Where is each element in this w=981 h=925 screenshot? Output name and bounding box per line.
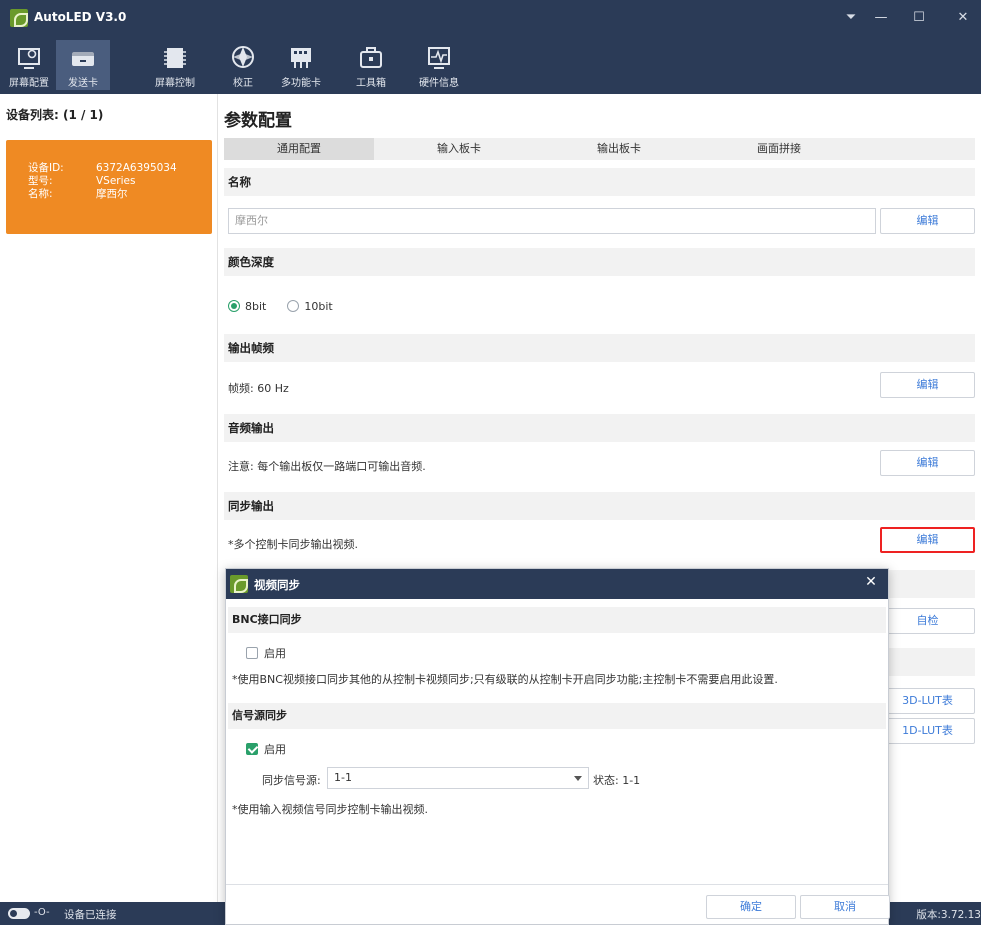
toolbar-hardware-info[interactable]: 硬件信息 <box>412 40 466 90</box>
bnc-note: *使用BNC视频接口同步其他的从控制卡视频同步;只有级联的从控制卡开启同步功能;… <box>232 673 778 686</box>
section-output-frame-title: 输出帧频 <box>224 334 975 362</box>
dialog-title-bar: 视频同步 ✕ <box>226 569 888 599</box>
dialog-footer-divider <box>226 884 888 885</box>
maximize-button[interactable]: ☐ <box>904 8 934 28</box>
sender-card-icon <box>72 52 94 66</box>
section-sync-output-title: 同步输出 <box>224 492 975 520</box>
multifunction-card-icon <box>291 48 311 68</box>
device-name-input[interactable]: 摩西尔 <box>228 208 876 234</box>
dialog-title: 视频同步 <box>254 578 300 592</box>
lut3d-button[interactable]: 3D-LUT表 <box>880 688 975 714</box>
minimize-button[interactable]: — <box>866 8 896 28</box>
bnc-enable-row: 启用 <box>246 645 286 661</box>
toolbar-toolbox[interactable]: 工具箱 <box>344 40 398 90</box>
toolbar-screen-control[interactable]: 屏幕控制 <box>148 40 202 90</box>
sync-source-label: 同步信号源: <box>262 774 321 787</box>
toolbar-multifunction-card[interactable]: 多功能卡 <box>274 40 328 90</box>
radio-8bit[interactable] <box>228 300 240 312</box>
frame-rate-edit-button[interactable]: 编辑 <box>880 372 975 398</box>
app-title: AutoLED V3.0 <box>34 10 127 24</box>
tab-screen-splice[interactable]: 画面拼接 <box>704 138 854 160</box>
title-bar: AutoLED V3.0 ⏷ — ☐ ✕ <box>0 0 981 36</box>
frame-rate-text: 帧频: 60 Hz <box>228 382 289 395</box>
signal-enable-checkbox[interactable] <box>246 743 258 755</box>
toolbar-calibration[interactable]: 校正 <box>216 40 270 90</box>
toolbar-screen-config[interactable]: 屏幕配置 <box>2 40 56 90</box>
tab-general-config[interactable]: 通用配置 <box>224 138 374 160</box>
lut1d-button[interactable]: 1D-LUT表 <box>880 718 975 744</box>
audio-output-edit-button[interactable]: 编辑 <box>880 450 975 476</box>
bnc-sync-section-title: BNC接口同步 <box>228 607 886 633</box>
dropdown-menu-icon[interactable]: ⏷ <box>836 8 866 28</box>
ok-button[interactable]: 确定 <box>706 895 796 919</box>
device-list-panel: 设备列表: (1 / 1) 设备ID: 6372A6395034 型号: VSeri… <box>0 94 218 902</box>
tab-input-board[interactable]: 输入板卡 <box>384 138 534 160</box>
app-logo-icon <box>10 9 28 27</box>
name-edit-button[interactable]: 编辑 <box>880 208 975 234</box>
section-color-depth-title: 颜色深度 <box>224 248 975 276</box>
main-toolbar: 屏幕配置 发送卡 屏幕控制 校正 多功能卡 工具箱 硬件信息 <box>0 36 981 94</box>
page-title: 参数配置 <box>224 111 292 131</box>
sync-status-text: 状态: 1-1 <box>593 774 641 787</box>
device-list-title: 设备列表: (1 / 1) <box>6 108 104 122</box>
section-name-title: 名称 <box>224 168 975 196</box>
radio-10bit[interactable] <box>287 300 300 312</box>
connection-status: 设备已连接 <box>64 909 117 921</box>
audio-output-note: 注意: 每个输出板仅一路端口可输出音频. <box>228 460 426 473</box>
signal-enable-row: 启用 <box>246 741 286 757</box>
signal-sync-note: *使用输入视频信号同步控制卡输出视频. <box>232 803 428 816</box>
sync-source-select[interactable]: 1-1 <box>327 767 589 789</box>
connection-toggle[interactable] <box>8 908 30 919</box>
bnc-enable-checkbox[interactable] <box>246 647 258 659</box>
config-tabs: 通用配置 输入板卡 输出板卡 画面拼接 <box>224 138 975 160</box>
device-name-row: 名称: 摩西尔 <box>28 188 128 200</box>
signal-sync-section-title: 信号源同步 <box>228 703 886 729</box>
cancel-button[interactable]: 取消 <box>800 895 890 919</box>
aperture-icon <box>232 46 254 68</box>
monitor-gear-icon <box>18 48 40 69</box>
video-sync-dialog: 视频同步 ✕ BNC接口同步 启用 *使用BNC视频接口同步其他的从控制卡视频同… <box>225 568 890 925</box>
dialog-logo-icon <box>230 575 248 593</box>
tab-output-board[interactable]: 输出板卡 <box>544 138 694 160</box>
close-button[interactable]: ✕ <box>948 8 978 28</box>
toolbox-icon <box>360 47 382 68</box>
toolbar-sender-card[interactable]: 发送卡 <box>56 40 110 90</box>
pulse-monitor-icon <box>428 47 450 69</box>
sync-output-note: *多个控制卡同步输出视频. <box>228 538 358 551</box>
color-depth-options: 8bit 10bit <box>228 300 333 313</box>
hidden-section-head-2 <box>888 648 975 676</box>
self-check-button[interactable]: 自检 <box>880 608 975 634</box>
section-audio-output-title: 音频输出 <box>224 414 975 442</box>
version-label: 版本:3.72.13 <box>916 909 981 921</box>
chevron-down-icon <box>574 776 582 781</box>
hidden-section-head <box>888 570 975 598</box>
sync-output-edit-button[interactable]: 编辑 <box>880 527 975 553</box>
device-card[interactable]: 设备ID: 6372A6395034 型号: VSeries 名称: 摩西尔 <box>6 140 212 234</box>
chip-icon <box>164 48 186 68</box>
connection-link-icon: -O- <box>34 907 50 918</box>
dialog-close-icon[interactable]: ✕ <box>862 574 880 594</box>
